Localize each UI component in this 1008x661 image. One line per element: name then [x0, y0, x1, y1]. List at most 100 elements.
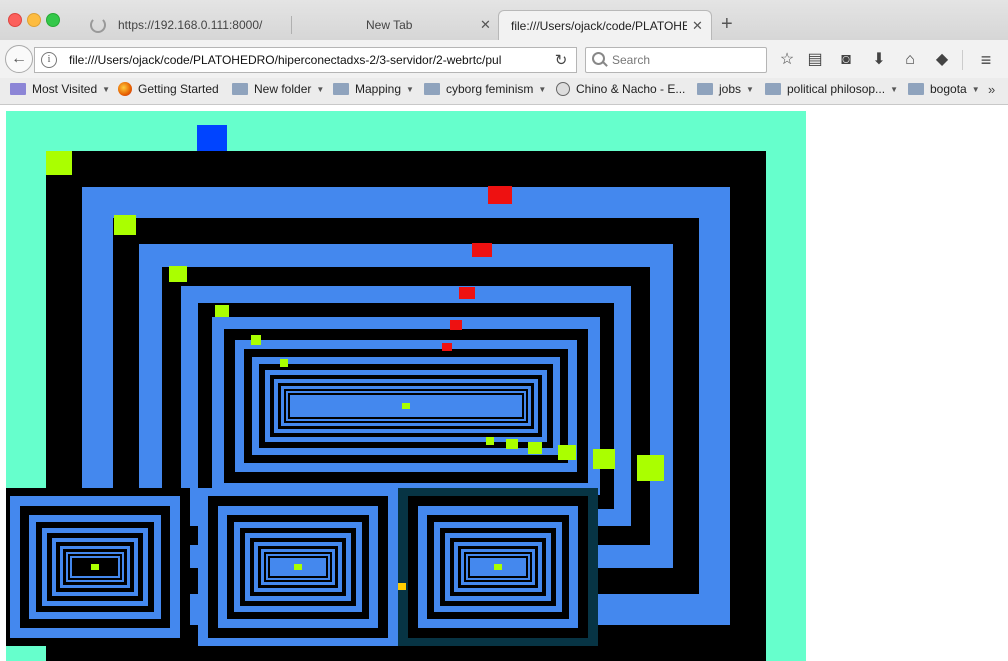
url-text: file:///Users/ojack/code/PLATOHEDRO/hipe…: [69, 53, 502, 67]
chevron-down-icon: ▼: [538, 85, 547, 95]
feedback-square: [488, 186, 512, 204]
tab-3-active[interactable]: file:///Users/ojack/code/PLATOHED ✕: [498, 10, 712, 40]
feedback-square: [251, 335, 261, 345]
feedback-square: [450, 320, 462, 330]
chevron-down-icon: ▼: [316, 85, 325, 95]
reading-list-icon[interactable]: ▤: [805, 50, 825, 70]
browser-chrome: https://192.168.0.111:8000/ New Tab ✕ fi…: [0, 0, 1008, 105]
new-tab-button[interactable]: +: [721, 14, 733, 34]
chevron-down-icon: ▼: [102, 85, 111, 95]
bookmark-label: jobs: [719, 82, 742, 96]
bookmark-star-icon[interactable]: ☆: [777, 50, 797, 70]
video-thumbnail-3[interactable]: [398, 488, 598, 646]
tab-title: New Tab: [366, 18, 413, 32]
feedback-square: [486, 437, 494, 445]
bookmark-most-visited[interactable]: Most Visited ▼: [10, 82, 110, 100]
folder-icon: [908, 82, 924, 95]
bookmark-getting-started[interactable]: Getting Started: [118, 81, 219, 100]
chevron-down-icon: ▼: [890, 85, 898, 95]
feedback-square: [459, 287, 475, 299]
chevron-down-icon: ▼: [971, 85, 980, 95]
tab-2[interactable]: New Tab ✕: [292, 10, 498, 40]
bookmarks-toolbar: Most Visited ▼ Getting Started New folder…: [0, 78, 1008, 105]
close-window-button[interactable]: [8, 13, 22, 27]
bookmark-mapping[interactable]: Mapping ▼: [333, 82, 414, 100]
feedback-square: [593, 449, 615, 469]
bookmark-chino-nacho[interactable]: Chino & Nacho - E...: [556, 81, 686, 100]
bookmark-label: New folder: [254, 82, 312, 96]
bookmark-label: Chino & Nacho - E...: [576, 82, 686, 96]
tunnel-core: [402, 403, 410, 409]
bookmark-new-folder[interactable]: New folder ▼: [232, 82, 324, 100]
chevron-down-icon: ▼: [746, 85, 754, 95]
back-button[interactable]: ←: [5, 45, 33, 73]
tab-bar: https://192.168.0.111:8000/ New Tab ✕ fi…: [0, 0, 1008, 41]
feedback-square: [558, 445, 576, 460]
back-arrow-icon: ←: [11, 50, 27, 67]
bookmark-label: Getting Started: [138, 82, 219, 96]
bookmark-cyborg-feminism[interactable]: cyborg feminism ▼: [424, 82, 546, 100]
thumbnail-tunnel: [208, 496, 388, 638]
feedback-square: [506, 439, 518, 449]
navigation-bar: ← i file:///Users/ojack/code/PLATOHEDRO/…: [0, 40, 1008, 78]
chevron-down-icon: ▼: [406, 85, 414, 95]
extension-icon[interactable]: ◆: [932, 50, 952, 70]
url-bar[interactable]: i file:///Users/ojack/code/PLATOHEDRO/hi…: [34, 47, 577, 73]
bookmark-bogota[interactable]: bogota ▼: [908, 82, 980, 100]
pocket-icon[interactable]: ◙: [836, 50, 856, 70]
search-placeholder: Search: [612, 53, 651, 67]
bookmark-label: Mapping: [355, 82, 402, 96]
thumbnail-tunnel: [408, 496, 588, 638]
maximize-window-button[interactable]: [46, 13, 60, 27]
feedback-square: [114, 215, 136, 235]
search-bar[interactable]: Search: [585, 47, 767, 73]
home-icon[interactable]: ⌂: [900, 50, 920, 70]
tunnel-core: [494, 564, 502, 570]
close-tab-icon[interactable]: ✕: [692, 18, 703, 34]
menu-icon[interactable]: ≡: [976, 50, 996, 70]
page-content: [0, 105, 1008, 661]
tunnel-core: [91, 564, 99, 570]
divider: [962, 50, 963, 70]
bookmark-political-philosophy[interactable]: political philosop... ▼: [765, 82, 898, 100]
feedback-square: [472, 243, 492, 257]
firefox-icon: [118, 81, 132, 96]
tab-title: https://192.168.0.111:8000/: [118, 18, 263, 32]
video-thumbnail-1[interactable]: [6, 488, 190, 646]
feedback-square: [280, 359, 288, 367]
folder-icon: [765, 82, 781, 95]
bookmark-label: political philosop...: [787, 82, 886, 96]
search-icon-handle: [602, 61, 608, 67]
tab-1[interactable]: https://192.168.0.111:8000/: [84, 10, 290, 40]
loading-icon: [90, 17, 106, 33]
globe-icon: [556, 81, 570, 96]
downloads-icon[interactable]: ⬇: [869, 50, 889, 70]
reload-icon[interactable]: ↻: [551, 51, 571, 71]
yellow-dot: [398, 583, 406, 590]
bookmark-jobs[interactable]: jobs ▼: [697, 82, 754, 100]
blue-marker: [197, 125, 227, 151]
tunnel-core: [294, 564, 302, 570]
bookmark-label: bogota: [930, 82, 967, 96]
feedback-square: [442, 343, 452, 351]
thumbnail-tunnel: [10, 496, 180, 638]
close-tab-icon[interactable]: ✕: [480, 17, 491, 33]
video-thumbnail-2[interactable]: [198, 488, 398, 646]
folder-icon: [697, 82, 713, 95]
tab-title: file:///Users/ojack/code/PLATOHED: [511, 19, 687, 33]
info-icon[interactable]: i: [41, 52, 57, 68]
folder-icon: [424, 82, 440, 95]
star-folder-icon: [10, 82, 26, 95]
bookmark-label: cyborg feminism: [446, 82, 534, 96]
folder-icon: [232, 82, 248, 95]
bookmarks-overflow-icon[interactable]: »: [988, 82, 995, 97]
feedback-square: [46, 151, 72, 175]
feedback-square: [215, 305, 229, 317]
feedback-square: [528, 442, 542, 454]
video-canvas[interactable]: [6, 111, 806, 661]
feedback-square: [637, 455, 664, 481]
folder-icon: [333, 82, 349, 95]
bookmark-label: Most Visited: [32, 82, 98, 96]
minimize-window-button[interactable]: [27, 13, 41, 27]
feedback-square: [169, 266, 187, 282]
